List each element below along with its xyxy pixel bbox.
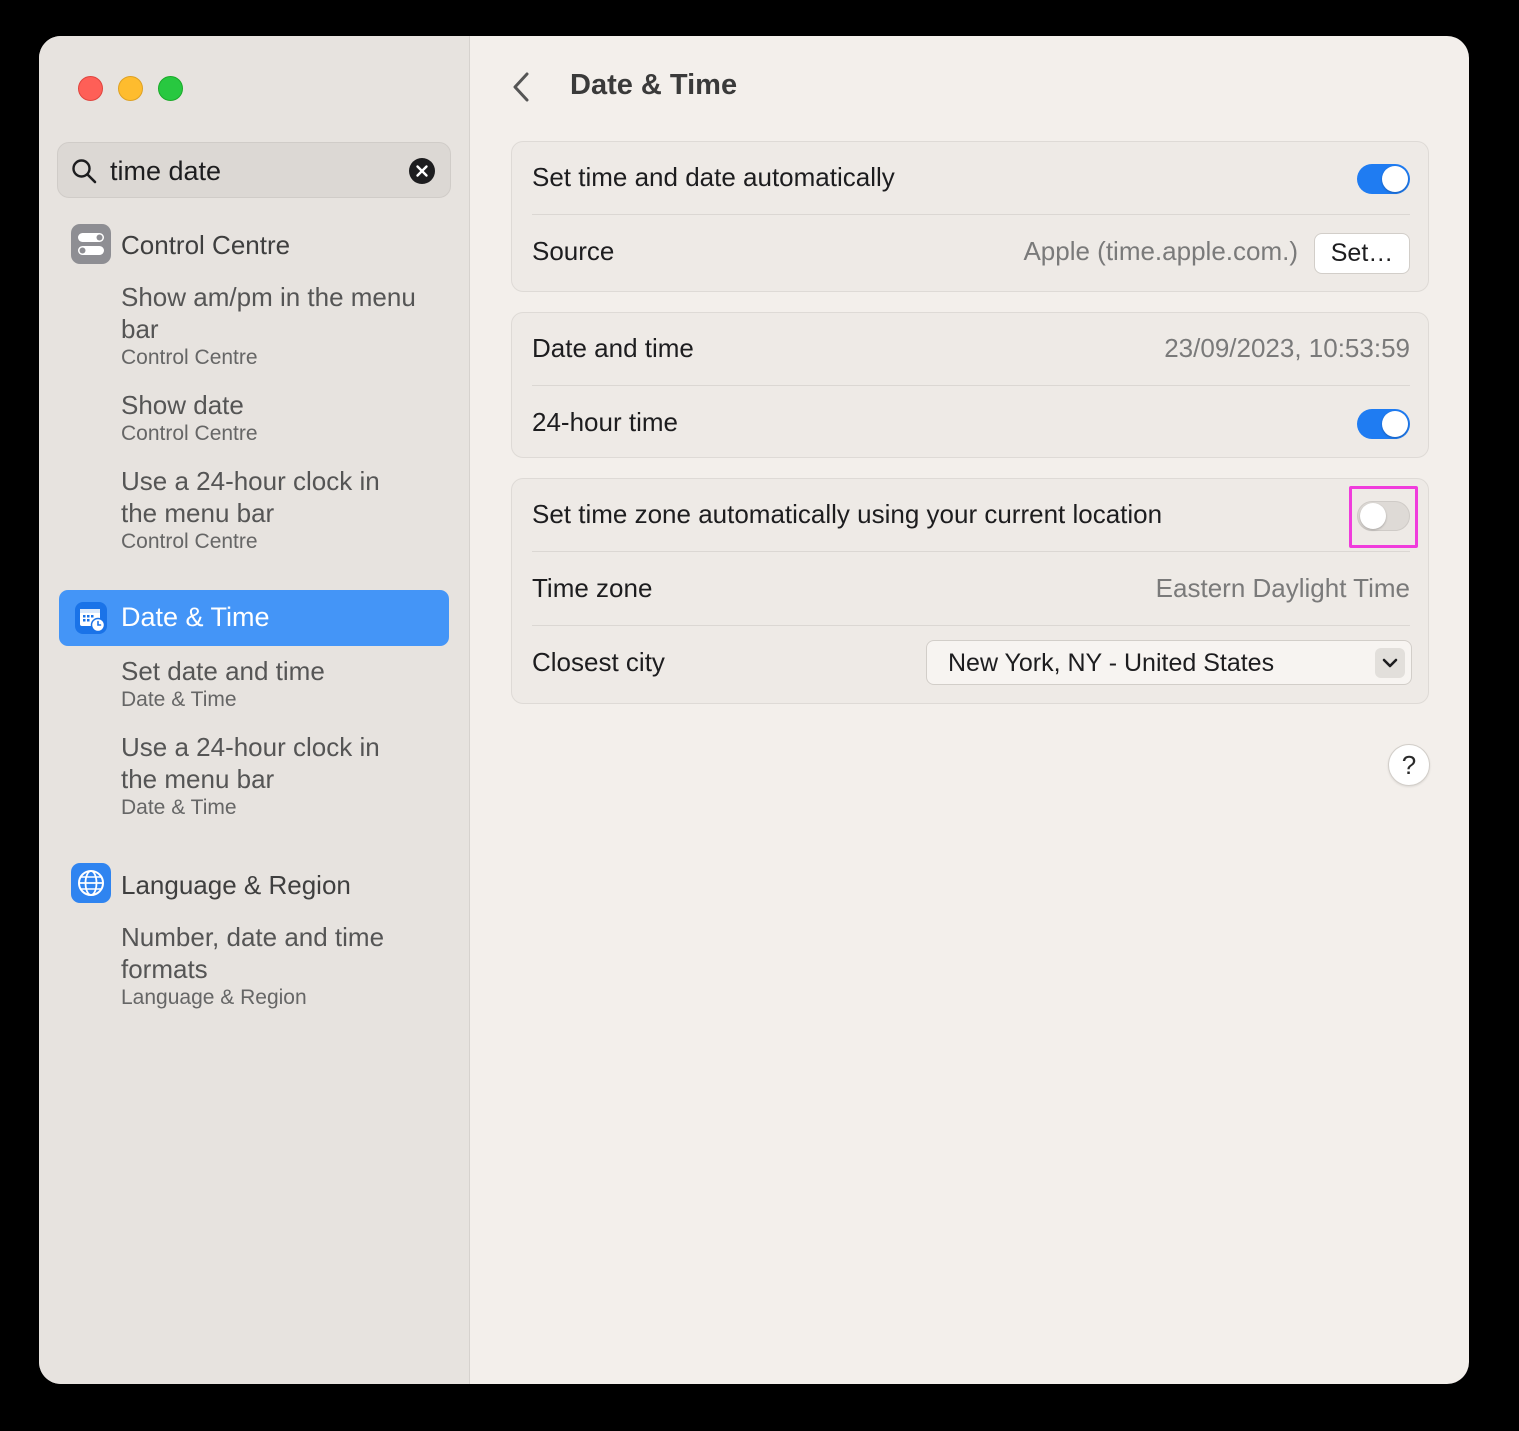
set-auto-toggle[interactable] <box>1357 164 1410 194</box>
sidebar-result[interactable]: Show am/pm in the menu bar Control Centr… <box>121 281 421 371</box>
24-hour-toggle[interactable] <box>1357 409 1410 439</box>
date-time-icon <box>73 600 109 636</box>
row-set-auto: Set time and date automatically <box>532 142 1410 214</box>
result-subtitle: Language & Region <box>121 986 307 1009</box>
divider <box>532 385 1410 386</box>
row-label: Date and time <box>532 333 694 363</box>
sidebar-result[interactable]: Use a 24-hour clock in the menu bar Cont… <box>121 465 421 555</box>
source-value: Apple (time.apple.com.) <box>1023 236 1298 266</box>
sidebar-group-control-centre[interactable]: Control Centre <box>121 230 290 261</box>
window-close-button[interactable] <box>78 76 103 101</box>
result-title: Show date <box>121 390 244 420</box>
settings-window: Control Centre Show am/pm in the menu ba… <box>39 36 1469 1384</box>
set-source-button[interactable]: Set… <box>1314 233 1410 274</box>
row-label: 24-hour time <box>532 407 678 437</box>
help-button[interactable]: ? <box>1388 744 1430 786</box>
sidebar: Control Centre Show am/pm in the menu ba… <box>39 36 470 1384</box>
row-label: Time zone <box>532 573 653 603</box>
sidebar-result[interactable]: Set date and time Date & Time <box>121 655 421 713</box>
highlight-box <box>1349 486 1418 548</box>
result-subtitle: Date & Time <box>121 688 237 711</box>
sidebar-result[interactable]: Number, date and time formats Language &… <box>121 921 421 1011</box>
globe-icon <box>71 863 111 903</box>
card-date-time: Date and time 23/09/2023, 10:53:59 24-ho… <box>511 312 1429 458</box>
window-minimize-button[interactable] <box>118 76 143 101</box>
result-title: Use a 24-hour clock in the menu bar <box>121 466 380 528</box>
control-centre-icon <box>71 224 111 264</box>
chevron-down-icon <box>1375 648 1405 678</box>
search-field[interactable] <box>57 142 451 198</box>
sidebar-result[interactable]: Use a 24-hour clock in the menu bar Date… <box>121 731 421 821</box>
row-label: Source <box>532 236 615 266</box>
row-label: Closest city <box>532 647 665 677</box>
toggle-knob <box>1382 411 1408 437</box>
closest-city-select[interactable]: New York, NY - United States <box>926 640 1412 685</box>
row-label: Set time and date automatically <box>532 162 895 192</box>
result-subtitle: Control Centre <box>121 346 258 369</box>
chevron-left-icon[interactable] <box>509 70 535 104</box>
search-input[interactable] <box>110 151 400 191</box>
result-title: Number, date and time formats <box>121 922 385 984</box>
search-icon <box>70 157 98 185</box>
sidebar-result[interactable]: Show date Control Centre <box>121 389 421 447</box>
result-subtitle: Control Centre <box>121 422 258 445</box>
row-24-hour: 24-hour time <box>532 387 1410 459</box>
divider <box>532 214 1410 215</box>
toggle-knob <box>1382 166 1408 192</box>
row-label: Set time zone automatically using your c… <box>532 499 1163 529</box>
sidebar-item-label: Date & Time <box>121 602 270 632</box>
clear-icon[interactable] <box>409 158 435 184</box>
sidebar-group-language-region[interactable]: Language & Region <box>121 870 351 901</box>
result-subtitle: Date & Time <box>121 796 237 819</box>
main-pane: Date & Time Set time and date automatica… <box>471 36 1469 1384</box>
row-closest-city: Closest city New York, NY - United State… <box>532 627 1412 699</box>
result-subtitle: Control Centre <box>121 530 258 553</box>
result-title: Show am/pm in the menu bar <box>121 282 416 344</box>
divider <box>532 625 1410 626</box>
row-auto-timezone: Set time zone automatically using your c… <box>532 479 1410 551</box>
sidebar-item-date-time[interactable]: Date & Time <box>59 590 449 646</box>
result-title: Set date and time <box>121 656 325 686</box>
row-source: Source Apple (time.apple.com.) Set… <box>532 216 1410 288</box>
window-zoom-button[interactable] <box>158 76 183 101</box>
card-automatic-time: Set time and date automatically Source A… <box>511 141 1429 292</box>
result-title: Use a 24-hour clock in the menu bar <box>121 732 380 794</box>
divider <box>532 551 1410 552</box>
row-date-time: Date and time 23/09/2023, 10:53:59 <box>532 313 1410 385</box>
closest-city-value: New York, NY - United States <box>948 649 1275 677</box>
date-time-value: 23/09/2023, 10:53:59 <box>1164 333 1410 363</box>
row-time-zone: Time zone Eastern Daylight Time <box>532 553 1410 625</box>
time-zone-value: Eastern Daylight Time <box>1155 573 1410 603</box>
page-title: Date & Time <box>570 69 738 101</box>
card-time-zone: Set time zone automatically using your c… <box>511 478 1429 704</box>
